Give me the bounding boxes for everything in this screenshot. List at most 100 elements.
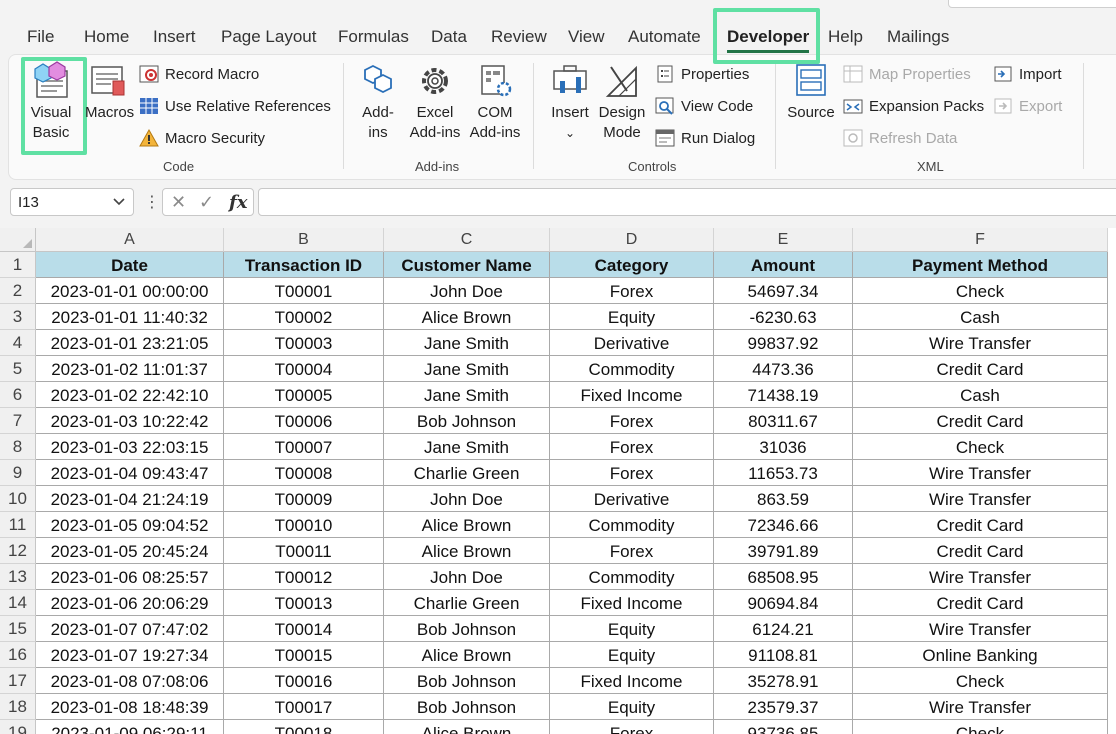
table-cell[interactable]: Equity xyxy=(550,304,714,330)
table-cell[interactable]: 2023-01-01 23:21:05 xyxy=(36,330,224,356)
search-box[interactable] xyxy=(948,0,1116,8)
table-cell[interactable]: T00010 xyxy=(224,512,384,538)
header-cell[interactable]: Transaction ID xyxy=(224,252,384,278)
table-cell[interactable]: Fixed Income xyxy=(550,590,714,616)
header-cell[interactable]: Payment Method xyxy=(853,252,1108,278)
row-header[interactable]: 6 xyxy=(0,382,36,408)
table-cell[interactable]: Charlie Green xyxy=(384,590,550,616)
table-cell[interactable]: 2023-01-02 11:01:37 xyxy=(36,356,224,382)
table-cell[interactable]: 11653.73 xyxy=(714,460,853,486)
table-cell[interactable]: 2023-01-08 07:08:06 xyxy=(36,668,224,694)
row-header[interactable]: 16 xyxy=(0,642,36,668)
insert-control-button[interactable]: Insert ⌄ xyxy=(547,63,593,143)
row-header[interactable]: 19 xyxy=(0,720,36,734)
table-cell[interactable]: Alice Brown xyxy=(384,642,550,668)
table-cell[interactable]: 2023-01-05 09:04:52 xyxy=(36,512,224,538)
table-cell[interactable]: T00017 xyxy=(224,694,384,720)
table-cell[interactable]: Commodity xyxy=(550,512,714,538)
table-cell[interactable]: 4473.36 xyxy=(714,356,853,382)
column-header[interactable]: A xyxy=(36,228,224,252)
table-cell[interactable]: 80311.67 xyxy=(714,408,853,434)
tab-mailings[interactable]: Mailings xyxy=(887,27,949,47)
table-cell[interactable]: T00006 xyxy=(224,408,384,434)
table-cell[interactable]: John Doe xyxy=(384,278,550,304)
table-cell[interactable]: 54697.34 xyxy=(714,278,853,304)
table-cell[interactable]: 2023-01-06 08:25:57 xyxy=(36,564,224,590)
table-cell[interactable]: 2023-01-07 19:27:34 xyxy=(36,642,224,668)
table-cell[interactable]: Forex xyxy=(550,720,714,734)
xml-source-button[interactable]: Source xyxy=(787,63,835,123)
table-cell[interactable]: Jane Smith xyxy=(384,356,550,382)
view-code-button[interactable]: View Code xyxy=(655,97,753,115)
tab-view[interactable]: View xyxy=(568,27,605,47)
row-header[interactable]: 14 xyxy=(0,590,36,616)
table-cell[interactable]: 2023-01-01 00:00:00 xyxy=(36,278,224,304)
table-cell[interactable]: T00015 xyxy=(224,642,384,668)
table-cell[interactable]: Forex xyxy=(550,460,714,486)
row-header[interactable]: 12 xyxy=(0,538,36,564)
table-cell[interactable]: Check xyxy=(853,720,1108,734)
table-cell[interactable]: Forex xyxy=(550,434,714,460)
table-cell[interactable]: Credit Card xyxy=(853,538,1108,564)
header-cell[interactable]: Category xyxy=(550,252,714,278)
export-button[interactable]: Export xyxy=(993,97,1062,115)
table-cell[interactable]: 93736.85 xyxy=(714,720,853,734)
tab-insert[interactable]: Insert xyxy=(153,27,196,47)
com-add-ins-button[interactable]: COM Add-ins xyxy=(465,63,525,143)
table-cell[interactable]: Derivative xyxy=(550,486,714,512)
row-header[interactable]: 11 xyxy=(0,512,36,538)
column-header[interactable]: E xyxy=(714,228,853,252)
table-cell[interactable]: 2023-01-03 22:03:15 xyxy=(36,434,224,460)
import-button[interactable]: Import xyxy=(993,65,1062,83)
table-cell[interactable]: Credit Card xyxy=(853,512,1108,538)
table-cell[interactable]: 23579.37 xyxy=(714,694,853,720)
tab-review[interactable]: Review xyxy=(491,27,547,47)
table-cell[interactable]: Alice Brown xyxy=(384,538,550,564)
table-cell[interactable]: Jane Smith xyxy=(384,434,550,460)
row-header[interactable]: 17 xyxy=(0,668,36,694)
row-header[interactable]: 18 xyxy=(0,694,36,720)
row-header[interactable]: 4 xyxy=(0,330,36,356)
table-cell[interactable]: 6124.21 xyxy=(714,616,853,642)
table-cell[interactable]: Credit Card xyxy=(853,356,1108,382)
run-dialog-button[interactable]: Run Dialog xyxy=(655,129,755,147)
row-header[interactable]: 10 xyxy=(0,486,36,512)
table-cell[interactable]: Credit Card xyxy=(853,590,1108,616)
column-header[interactable]: F xyxy=(853,228,1108,252)
table-cell[interactable]: Alice Brown xyxy=(384,304,550,330)
table-cell[interactable]: 2023-01-01 11:40:32 xyxy=(36,304,224,330)
table-cell[interactable]: Online Banking xyxy=(853,642,1108,668)
table-cell[interactable]: 2023-01-03 10:22:42 xyxy=(36,408,224,434)
table-cell[interactable]: Forex xyxy=(550,278,714,304)
table-cell[interactable]: T00003 xyxy=(224,330,384,356)
table-cell[interactable]: 31036 xyxy=(714,434,853,460)
excel-add-ins-button[interactable]: Excel Add-ins xyxy=(407,63,463,143)
table-cell[interactable]: 2023-01-08 18:48:39 xyxy=(36,694,224,720)
row-header[interactable]: 8 xyxy=(0,434,36,460)
table-cell[interactable]: Commodity xyxy=(550,564,714,590)
table-cell[interactable]: 71438.19 xyxy=(714,382,853,408)
table-cell[interactable]: Wire Transfer xyxy=(853,616,1108,642)
tab-automate[interactable]: Automate xyxy=(628,27,701,47)
properties-button[interactable]: Properties xyxy=(655,65,749,83)
table-cell[interactable]: Wire Transfer xyxy=(853,460,1108,486)
table-cell[interactable]: Wire Transfer xyxy=(853,330,1108,356)
table-cell[interactable]: Jane Smith xyxy=(384,330,550,356)
tab-formulas[interactable]: Formulas xyxy=(338,27,409,47)
row-header[interactable]: 7 xyxy=(0,408,36,434)
table-cell[interactable]: Bob Johnson xyxy=(384,408,550,434)
row-header[interactable]: 5 xyxy=(0,356,36,382)
table-cell[interactable]: T00018 xyxy=(224,720,384,734)
tab-page-layout[interactable]: Page Layout xyxy=(221,27,316,47)
table-cell[interactable]: Jane Smith xyxy=(384,382,550,408)
table-cell[interactable]: Forex xyxy=(550,408,714,434)
table-cell[interactable]: Derivative xyxy=(550,330,714,356)
table-cell[interactable]: Forex xyxy=(550,538,714,564)
expansion-packs-button[interactable]: Expansion Packs xyxy=(843,97,984,115)
table-cell[interactable]: Check xyxy=(853,278,1108,304)
tab-file[interactable]: File xyxy=(27,27,54,47)
confirm-icon[interactable]: ✓ xyxy=(199,192,214,213)
row-header[interactable]: 15 xyxy=(0,616,36,642)
row-header[interactable]: 9 xyxy=(0,460,36,486)
cancel-icon[interactable]: ✕ xyxy=(171,192,186,213)
